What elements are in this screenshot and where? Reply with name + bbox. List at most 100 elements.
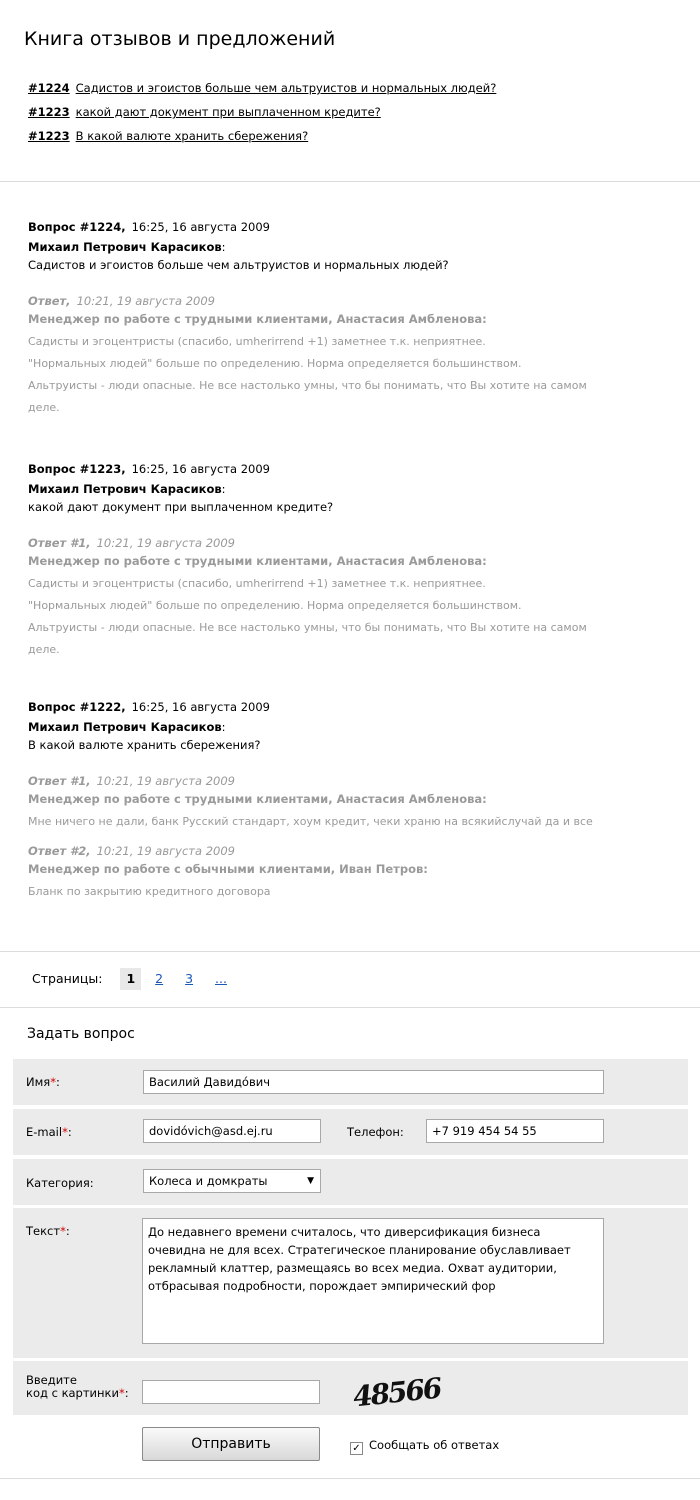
question-author-name: Михаил Петрович Карасиков [28,240,222,254]
category-select[interactable]: Колеса и домкраты ▼ [143,1169,321,1193]
pagination-more-link[interactable]: ... [215,971,227,986]
captcha-input[interactable] [142,1380,320,1404]
question-index-text: Садистов и эгоистов больше чем альтруист… [75,81,497,95]
question-date: 16:25, 16 августа 2009 [131,462,270,476]
answer-author: Менеджер по работе с трудными клиентами,… [28,312,487,326]
question-author-name: Михаил Петрович Карасиков [28,720,222,734]
question-index-number: #1224 [28,81,70,95]
answer-number: Ответ #1, [28,536,91,550]
answer-number: Ответ #2, [28,844,91,858]
answer-block: Ответ #1, 10:21, 19 августа 2009 Менеджер… [28,535,598,661]
question-index-text: какой дают документ при выплаченном кред… [75,105,381,119]
question-index-item[interactable]: #1224 Садистов и эгоистов больше чем альт… [28,80,496,104]
question-header: Вопрос #1223, 16:25, 16 августа 2009 [28,461,598,481]
answer-author: Менеджер по работе с трудными клиентами,… [28,792,487,806]
answer-date: 10:21, 19 августа 2009 [96,536,235,550]
label-colon: : [55,1075,60,1089]
answer-author: Менеджер по работе с трудными клиентами,… [28,554,487,568]
question-number: Вопрос #1223, [28,462,126,476]
question-author: Михаил Петрович Карасиков: [28,481,598,499]
submit-button[interactable]: Отправить [142,1427,320,1461]
form-row-contacts: E-mail*: dovidóvich@asd.ej.ru Телефон: +… [13,1109,688,1155]
question-index-item[interactable]: #1223 В какой валюте хранить сбережения? [28,128,496,152]
answer-text-line: Садисты и эгоцентристы (спасибо, umherir… [28,335,486,348]
pagination-current-page: 1 [120,968,142,990]
notify-checkbox-label[interactable]: ✓ Сообщать об ответах [350,1438,499,1455]
question-index-text: В какой валюте хранить сбережения? [75,129,309,143]
email-input[interactable]: dovidóvich@asd.ej.ru [143,1119,321,1143]
name-label: Имя*: [26,1075,60,1089]
question-date: 16:25, 16 августа 2009 [131,700,270,714]
answer-text-line: "Нормальных людей" больше по определению… [28,599,522,612]
form-row-captcha: Введите код с картинки*: 48566 [13,1361,688,1415]
question-block: Вопрос #1223, 16:25, 16 августа 2009 Миха… [28,461,598,661]
answer-text-line: Мне ничего не дали, банк Русский стандар… [28,815,593,828]
category-label: Категория: [26,1176,94,1190]
answer-text-line: деле. [28,643,60,656]
question-author-colon: : [221,482,226,496]
question-index-link[interactable]: #1223 В какой валюте хранить сбережения? [28,129,308,143]
question-header: Вопрос #1224, 16:25, 16 августа 2009 [28,219,598,239]
question-index: #1224 Садистов и эгоистов больше чем альт… [28,80,496,152]
text-label: Текст*: [26,1224,70,1238]
question-number: Вопрос #1222, [28,700,126,714]
captcha-label: Введите код с картинки*: [26,1374,129,1400]
question-index-item[interactable]: #1223 какой дают документ при выплаченном… [28,104,496,128]
phone-input[interactable]: +7 919 454 54 55 [426,1119,604,1143]
answer-date: 10:21, 19 августа 2009 [96,844,235,858]
question-number: Вопрос #1224, [28,220,126,234]
answer-block: Ответ, 10:21, 19 августа 2009 Менеджер по… [28,293,598,419]
divider [0,1478,700,1479]
captcha-label-line: код с картинки [26,1386,119,1400]
name-input[interactable]: Василий Давидóвич [143,1070,604,1094]
label-colon: : [65,1224,70,1238]
form-row-category: Категория: Колеса и домкраты ▼ [13,1159,688,1205]
email-label: E-mail*: [26,1125,72,1139]
question-block: Вопрос #1222, 16:25, 16 августа 2009 Миха… [28,699,598,903]
category-selected-value: Колеса и домкраты [149,1174,268,1188]
question-index-number: #1223 [28,105,70,119]
answer-text-line: "Нормальных людей" больше по определению… [28,357,522,370]
answer-author: Менеджер по работе с обычными клиентами,… [28,862,428,876]
question-block: Вопрос #1224, 16:25, 16 августа 2009 Миха… [28,219,598,419]
question-index-link[interactable]: #1223 какой дают документ при выплаченном… [28,105,381,119]
form-row-name: Имя*: Василий Давидóвич [13,1059,688,1105]
chevron-down-icon[interactable]: ▼ [307,1170,314,1192]
question-author: Михаил Петрович Карасиков: [28,719,598,737]
captcha-image: 48566 [351,1371,442,1414]
answer-header: Ответ, 10:21, 19 августа 2009 [28,293,598,311]
question-author-colon: : [221,240,226,254]
phone-label: Телефон: [347,1125,404,1139]
answer-header: Ответ #2, 10:21, 19 августа 2009 [28,843,598,861]
answer-text-line: Бланк по закрытию кредитного договора [28,885,271,898]
divider [0,1007,700,1008]
pagination-label: Страницы: [32,971,103,986]
answer-date: 10:21, 19 августа 2009 [76,294,215,308]
name-label-text: Имя [26,1075,51,1089]
question-index-number: #1223 [28,129,70,143]
answer-text-line: Альтруисты - люди опасные. Не все настол… [28,621,587,634]
pagination-page-link[interactable]: 2 [155,971,163,986]
notify-checkbox[interactable]: ✓ [350,1442,363,1455]
answer-block: Ответ #1, 10:21, 19 августа 2009 Менеджер… [28,773,598,833]
captcha-label-line: Введите [26,1373,77,1387]
email-label-text: E-mail [26,1125,63,1139]
question-author-name: Михаил Петрович Карасиков [28,482,222,496]
question-date: 16:25, 16 августа 2009 [131,220,270,234]
question-header: Вопрос #1222, 16:25, 16 августа 2009 [28,699,598,719]
question-author-colon: : [221,720,226,734]
answer-header: Ответ #1, 10:21, 19 августа 2009 [28,773,598,791]
question-textarea[interactable]: До недавнего времени считалось, что диве… [142,1218,604,1344]
form-row-text: Текст*: До недавнего времени считалось, … [13,1208,688,1358]
question-index-link[interactable]: #1224 Садистов и эгоистов больше чем альт… [28,81,496,95]
question-text: какой дают документ при выплаченном кред… [28,500,334,514]
divider [0,181,700,182]
page-title: Книга отзывов и предложений [24,28,336,50]
text-label-text: Текст [26,1224,61,1238]
answer-block: Ответ #2, 10:21, 19 августа 2009 Менеджер… [28,843,598,903]
pagination-page-link[interactable]: 3 [185,971,193,986]
answer-text-line: Садисты и эгоцентристы (спасибо, umherir… [28,577,486,590]
ask-question-title: Задать вопрос [27,1026,135,1042]
answer-text-line: Альтруисты - люди опасные. Не все настол… [28,379,587,392]
answer-date: 10:21, 19 августа 2009 [96,774,235,788]
